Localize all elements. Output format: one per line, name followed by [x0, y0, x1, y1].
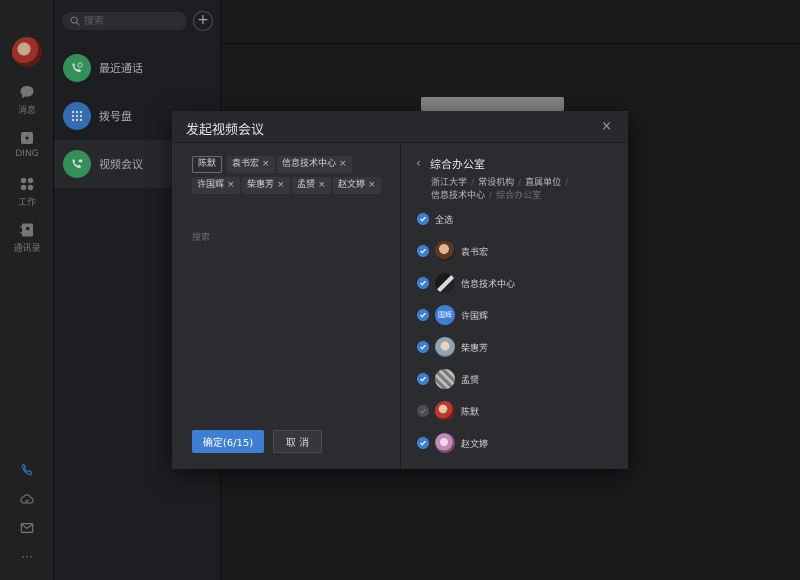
- member-row[interactable]: 国辉 许国辉: [417, 304, 488, 326]
- breadcrumb-item[interactable]: 直属单位: [525, 178, 561, 188]
- avatar: [435, 433, 455, 453]
- close-icon[interactable]: ×: [601, 119, 612, 134]
- tag-label: 许国辉: [197, 180, 225, 190]
- avatar: [435, 337, 455, 357]
- breadcrumb-item[interactable]: 信息技术中心: [431, 191, 485, 201]
- member-row[interactable]: 赵文婷: [417, 432, 488, 454]
- tag-label: 陈默: [198, 159, 217, 169]
- breadcrumb-current: 综合办公室: [496, 191, 542, 201]
- member-row[interactable]: 信息技术中心: [417, 272, 515, 294]
- remove-tag-icon[interactable]: ×: [262, 159, 270, 169]
- remove-tag-icon[interactable]: ×: [277, 180, 285, 190]
- member-name: 袁书宏: [461, 247, 489, 258]
- member-row[interactable]: 袁书宏: [417, 240, 488, 262]
- member-row[interactable]: 柴惠芳: [417, 336, 488, 358]
- checkbox-checked[interactable]: [417, 373, 429, 385]
- breadcrumb-item[interactable]: 常设机构: [478, 178, 514, 188]
- member-search-input[interactable]: 搜索: [192, 230, 210, 243]
- member-name: 孟赟: [461, 375, 480, 386]
- checkbox-unchecked[interactable]: [417, 405, 429, 417]
- member-name: 陈默: [461, 407, 480, 418]
- selected-tag[interactable]: 陈默: [192, 156, 223, 173]
- checkbox-checked[interactable]: [417, 245, 429, 257]
- breadcrumb: 浙江大学 / 常设机构 / 直属单位 / 信息技术中心 / 综合办公室: [431, 178, 569, 201]
- member-row[interactable]: 陈默: [417, 400, 479, 422]
- department-title: 综合办公室: [430, 158, 485, 171]
- remove-tag-icon[interactable]: ×: [368, 180, 376, 190]
- dialog-title: 发起视频会议: [186, 123, 265, 138]
- org-browser-pane: ‹ 综合办公室 浙江大学 / 常设机构 / 直属单位 / 信息技术中心 / 综合办公室 全选 …: [402, 143, 628, 469]
- avatar: [435, 401, 455, 421]
- avatar: 国辉: [435, 305, 455, 325]
- back-chevron-icon[interactable]: ‹: [416, 156, 421, 170]
- checkbox-checked[interactable]: [417, 277, 429, 289]
- member-name: 许国辉: [461, 311, 489, 322]
- remove-tag-icon[interactable]: ×: [227, 180, 235, 190]
- tag-label: 袁书宏: [232, 159, 260, 169]
- member-name: 赵文婷: [461, 439, 489, 450]
- tag-label: 信息技术中心: [282, 159, 337, 169]
- member-name: 柴惠芳: [461, 343, 489, 354]
- selected-members-pane: 陈默 袁书宏 × 信息技术中心 × 许国辉 × 柴惠芳 × 孟赟 × 赵文婷 × 搜索 确定…: [172, 143, 401, 469]
- selected-tag[interactable]: 许国辉 ×: [192, 177, 240, 194]
- checkbox-checked[interactable]: [417, 437, 429, 449]
- tag-label: 孟赟: [297, 180, 316, 190]
- selected-tag[interactable]: 袁书宏 ×: [227, 156, 275, 173]
- select-all-row[interactable]: 全选: [417, 208, 453, 230]
- selected-tag[interactable]: 赵文婷 ×: [333, 177, 381, 194]
- tag-label: 赵文婷: [338, 180, 366, 190]
- dialog-header: 发起视频会议 ×: [172, 111, 628, 143]
- video-meeting-dialog: 发起视频会议 × 陈默 袁书宏 × 信息技术中心 × 许国辉 × 柴惠芳 × 孟赟 × 赵…: [172, 111, 628, 469]
- select-all-label: 全选: [435, 215, 454, 226]
- selected-tag[interactable]: 孟赟 ×: [292, 177, 331, 194]
- breadcrumb-item[interactable]: 浙江大学: [431, 178, 467, 188]
- checkbox-checked[interactable]: [417, 309, 429, 321]
- member-name: 信息技术中心: [461, 279, 516, 290]
- selected-tag[interactable]: 柴惠芳 ×: [242, 177, 290, 194]
- member-row[interactable]: 孟赟: [417, 368, 479, 390]
- checkbox-checked[interactable]: [417, 213, 429, 225]
- avatar: [435, 241, 455, 261]
- avatar: [435, 273, 455, 293]
- remove-tag-icon[interactable]: ×: [318, 180, 326, 190]
- avatar: [435, 369, 455, 389]
- selected-tag[interactable]: 信息技术中心 ×: [277, 156, 352, 173]
- cancel-button[interactable]: 取 消: [273, 430, 322, 453]
- checkbox-checked[interactable]: [417, 341, 429, 353]
- tag-label: 柴惠芳: [247, 180, 275, 190]
- confirm-button[interactable]: 确定(6/15): [192, 430, 264, 453]
- remove-tag-icon[interactable]: ×: [339, 159, 347, 169]
